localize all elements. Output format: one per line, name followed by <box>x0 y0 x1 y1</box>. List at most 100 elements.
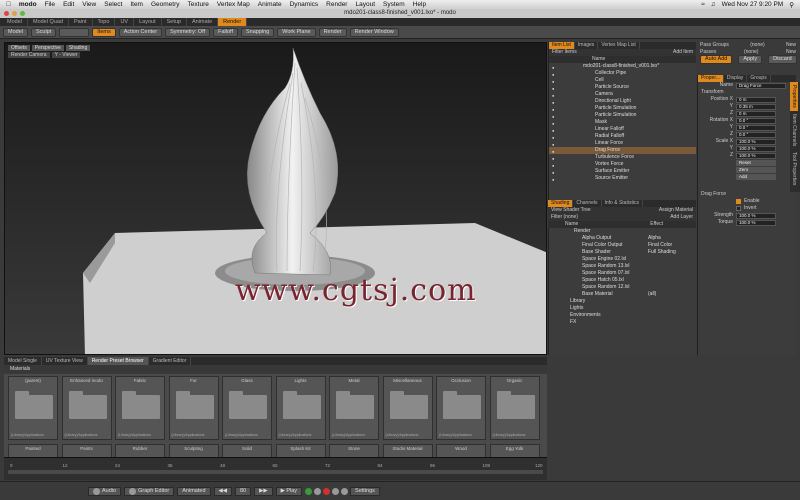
frame-field[interactable]: 80 <box>234 486 252 496</box>
shader-row[interactable]: Base Shader Full Shading <box>548 249 696 256</box>
item-row[interactable]: ● Source Emitter <box>549 175 696 182</box>
menu-texture[interactable]: Texture <box>188 1 209 8</box>
enable-checkbox[interactable] <box>736 199 741 204</box>
item-row[interactable]: ● Particle Source <box>549 84 696 91</box>
side-tab-item-channels[interactable]: Item Channels <box>790 111 798 149</box>
invert-checkbox[interactable] <box>736 206 741 211</box>
position-z[interactable]: 0 m <box>736 110 776 117</box>
falloff-button[interactable]: Falloff <box>213 27 238 37</box>
tab-model-quad[interactable]: Model Quad <box>28 18 69 26</box>
preset-folder[interactable]: Rubber <box>115 444 165 457</box>
rotation-x[interactable]: 0.0 ° <box>736 117 776 124</box>
menu-help[interactable]: Help <box>413 1 426 8</box>
shader-row[interactable]: Lights <box>548 305 696 312</box>
shader-row[interactable]: Environments <box>548 312 696 319</box>
scale-y[interactable]: 100.0 % <box>736 145 776 152</box>
visibility-icon[interactable]: ● <box>552 120 557 126</box>
action-center-button[interactable]: Action Center <box>118 27 163 37</box>
graph-editor-button[interactable]: Graph Editor <box>124 486 175 496</box>
shader-row[interactable]: Space Hatch 05.lxl <box>548 277 696 284</box>
pass-groups-new[interactable]: New <box>786 42 796 49</box>
shader-row[interactable]: Base Material (all) <box>548 291 696 298</box>
item-row[interactable]: ● Radial Falloff <box>549 133 696 140</box>
animated-select[interactable]: Animated <box>177 486 211 496</box>
volume-icon[interactable]: ♫ <box>711 1 716 8</box>
close-icon[interactable] <box>4 11 9 16</box>
tab-item-list[interactable]: Item List <box>549 42 575 49</box>
preset-folder[interactable]: Fabric (Library)/Applications <box>115 376 165 440</box>
tab-layout[interactable]: Layout <box>134 18 162 26</box>
item-row[interactable]: ● Linear Falloff <box>549 126 696 133</box>
zero-button[interactable]: Zero <box>736 166 776 173</box>
apply-button[interactable]: Apply <box>738 55 763 64</box>
mode-button[interactable]: Model <box>3 27 28 37</box>
preset-path[interactable]: Materials <box>4 365 547 373</box>
visibility-icon[interactable]: ● <box>552 176 557 182</box>
menu-geometry[interactable]: Geometry <box>151 1 180 8</box>
tab-gradient-editor[interactable]: Gradient Editor <box>149 357 192 365</box>
tab-paint[interactable]: Paint <box>69 18 93 26</box>
preset-folder[interactable]: Egg Yolk <box>489 444 540 457</box>
visibility-icon[interactable]: ● <box>552 71 557 77</box>
preset-folder[interactable]: Paints <box>61 444 112 457</box>
shader-row[interactable]: Alpha Output Alpha <box>548 235 696 242</box>
tab-display[interactable]: Display <box>724 75 748 82</box>
shader-row[interactable]: FX <box>548 319 696 326</box>
side-tab-properties[interactable]: Properties <box>790 82 798 111</box>
visibility-icon[interactable]: ● <box>552 106 557 112</box>
option-icon[interactable] <box>341 487 349 495</box>
menu-render[interactable]: Render <box>326 1 347 8</box>
tab-info-statistics[interactable]: Info & Statistics <box>602 200 643 207</box>
filter-items[interactable]: Filter Items <box>552 49 577 56</box>
add-item-button[interactable]: Add Item <box>673 49 693 56</box>
preset-folder[interactable]: Organic (Library)/Applications <box>489 376 540 440</box>
visibility-icon[interactable]: ● <box>552 141 557 147</box>
visibility-icon[interactable]: ● <box>552 169 557 175</box>
zoom-icon[interactable] <box>20 11 25 16</box>
item-row[interactable]: ● Vortex Force <box>549 161 696 168</box>
preset-folder[interactable]: Fur (Library)/Applications <box>168 376 219 440</box>
vp-render-camera[interactable]: Render Camera <box>8 52 50 58</box>
preset-folder[interactable]: (parent) (Library)/Applications <box>8 376 58 440</box>
tab-model-single[interactable]: Model Single <box>4 357 42 365</box>
item-row[interactable]: ● Surface Emitter <box>549 168 696 175</box>
visibility-icon[interactable]: ● <box>552 99 557 105</box>
shader-row[interactable]: Space Random 13.lxl <box>548 263 696 270</box>
sculpt-button[interactable]: Sculpt <box>30 27 57 37</box>
tab-channels[interactable]: Channels <box>573 200 602 207</box>
reset-button[interactable]: Reset <box>736 159 776 166</box>
render-button[interactable]: Render <box>318 27 347 37</box>
key-icon[interactable] <box>305 487 313 495</box>
autokey-icon[interactable] <box>314 487 322 495</box>
audio-button[interactable]: Audio <box>88 486 122 496</box>
visibility-icon[interactable]: ● <box>552 92 557 98</box>
preset-folder[interactable]: Studio Material <box>382 444 433 457</box>
preset-folder[interactable]: Enhanced modo (Library)/Applications <box>61 376 112 440</box>
visibility-icon[interactable]: ● <box>552 113 557 119</box>
menu-view[interactable]: View <box>82 1 96 8</box>
tab-images[interactable]: Images <box>575 42 599 49</box>
menu-animate[interactable]: Animate <box>258 1 282 8</box>
tab-model[interactable]: Model <box>2 18 28 26</box>
menu-app[interactable]: modo <box>19 1 37 8</box>
tab-shading[interactable]: Shading <box>548 200 574 207</box>
item-row[interactable]: ● Particle Simulation <box>549 105 696 112</box>
shader-row[interactable]: Space Engine 02.lxl <box>548 256 696 263</box>
add-button[interactable]: Add <box>736 173 776 180</box>
tab-uv[interactable]: UV <box>115 18 135 26</box>
record-icon[interactable] <box>323 487 331 495</box>
menu-vertex-map[interactable]: Vertex Map <box>217 1 250 8</box>
shader-row[interactable]: Space Random 12.lxl <box>548 284 696 291</box>
visibility-icon[interactable]: ● <box>552 162 557 168</box>
item-row[interactable]: ● Mask <box>549 119 696 126</box>
preset-folder[interactable]: Miscellaneous (Library)/Applications <box>382 376 433 440</box>
menu-file[interactable]: File <box>45 1 55 8</box>
timeline-track[interactable] <box>8 470 543 474</box>
discard-button[interactable]: Discard <box>768 55 797 64</box>
add-layer-button[interactable]: Add Layer <box>670 214 693 221</box>
render-window-button[interactable]: Render Window <box>349 27 399 37</box>
position-y[interactable]: 0.35 m <box>736 103 776 110</box>
item-row[interactable]: ● Linear Force <box>549 140 696 147</box>
view-select[interactable]: Shader Tree <box>563 207 591 213</box>
symmetry-button[interactable]: Symmetry: Off <box>165 27 211 37</box>
